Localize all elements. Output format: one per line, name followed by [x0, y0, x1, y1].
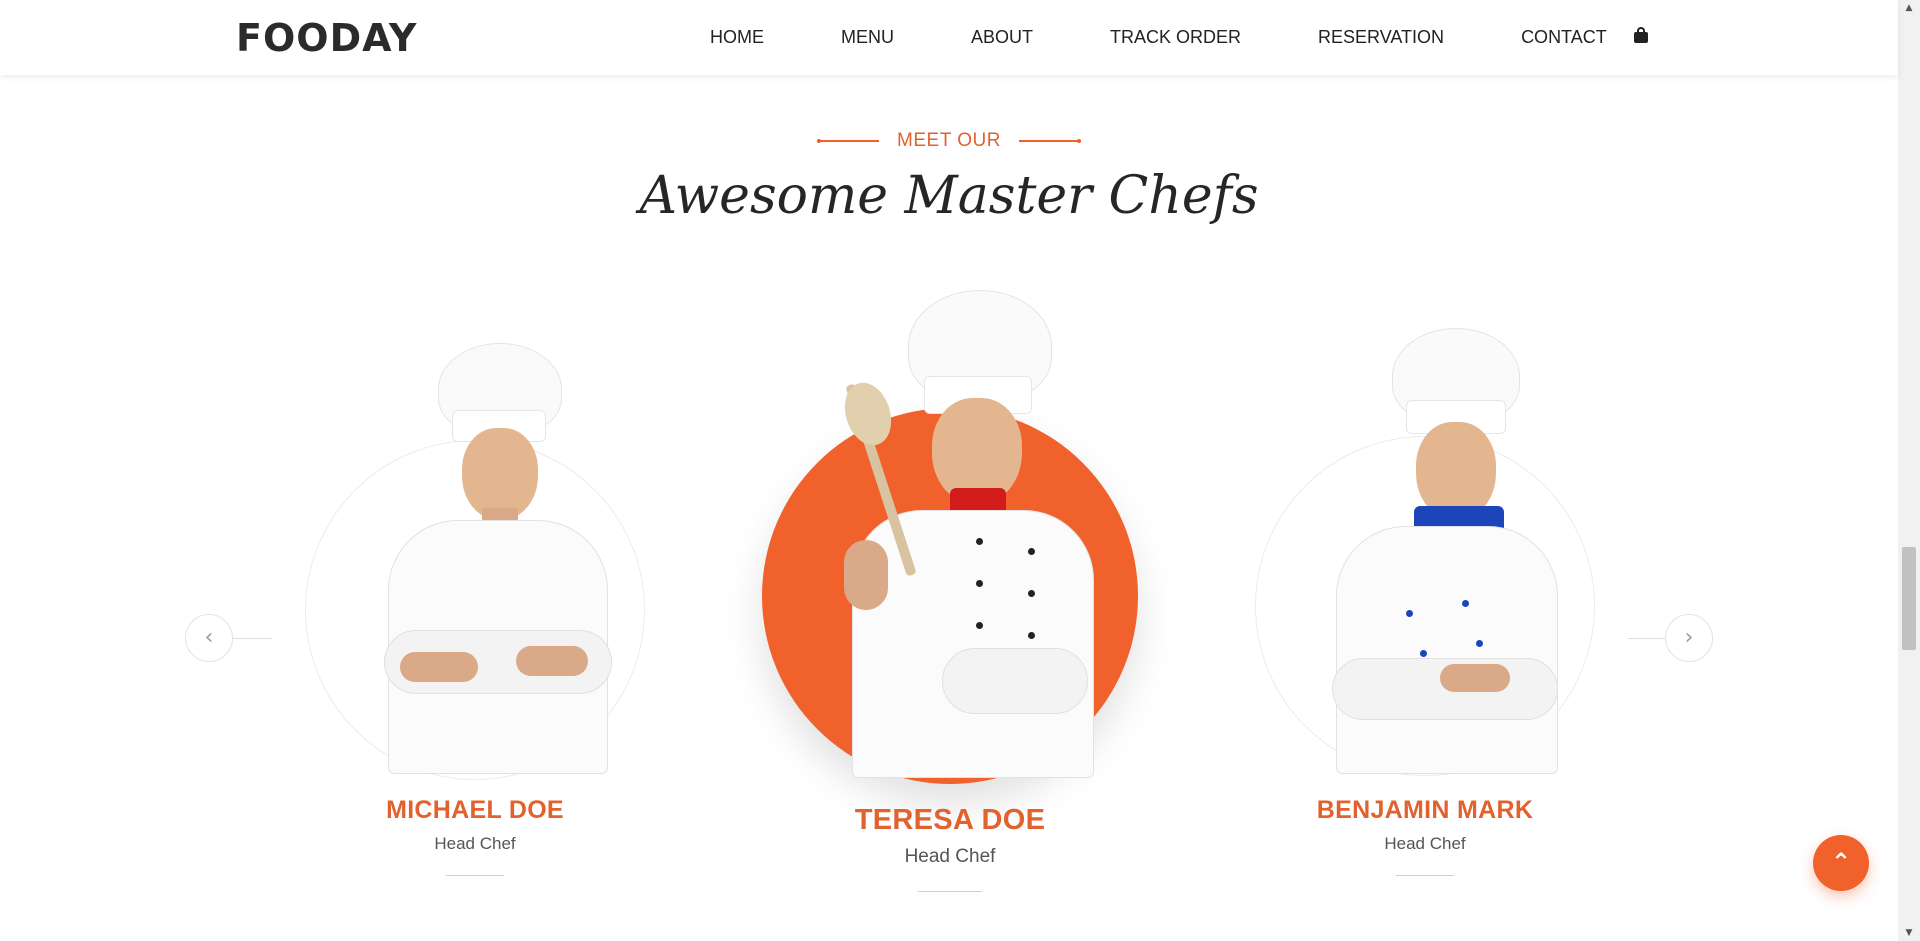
- nav-menu[interactable]: MENU: [841, 27, 894, 48]
- chef-divider: [446, 875, 504, 876]
- double-chevron-up-icon: ⌃: [1830, 848, 1852, 876]
- nav-track-order[interactable]: TRACK ORDER: [1110, 27, 1241, 48]
- eyebrow-divider-left: [817, 139, 880, 143]
- section-title: Awesome Master Chefs: [639, 166, 1259, 226]
- site-header: FOODAY HOME MENU ABOUT TRACK ORDER RESER…: [0, 0, 1898, 75]
- chef-photo: [340, 340, 620, 774]
- logo-text: FOODAY: [236, 16, 418, 60]
- chef-role: Head Chef: [1384, 834, 1466, 853]
- nav-about[interactable]: ABOUT: [971, 27, 1033, 48]
- chef-role: Head Chef: [904, 846, 996, 867]
- prev-arrow-line: [232, 638, 272, 639]
- page-scrollbar[interactable]: ▲ ▼: [1898, 0, 1920, 941]
- nav-home[interactable]: HOME: [710, 27, 764, 48]
- chef-divider: [1396, 875, 1454, 876]
- chef-card-michael[interactable]: MICHAEL DOE Head Chef: [300, 290, 650, 890]
- shopping-bag-icon[interactable]: [1634, 27, 1648, 43]
- nav-contact[interactable]: CONTACT: [1521, 27, 1607, 48]
- section-eyebrow: MEET OUR: [0, 130, 1898, 152]
- nav-reservation[interactable]: RESERVATION: [1318, 27, 1444, 48]
- carousel-next-button[interactable]: ›: [1665, 614, 1713, 662]
- scroll-up-arrow-icon[interactable]: ▲: [1898, 0, 1920, 16]
- chef-photo: [1290, 328, 1570, 774]
- chef-card-benjamin[interactable]: BENJAMIN MARK Head Chef: [1250, 290, 1600, 890]
- scrollbar-thumb[interactable]: [1902, 547, 1916, 650]
- chef-divider: [918, 891, 982, 892]
- carousel-prev-button[interactable]: ‹: [185, 614, 233, 662]
- chef-role: Head Chef: [434, 834, 516, 853]
- back-to-top-button[interactable]: ⌃: [1813, 835, 1869, 891]
- chevron-right-icon: ›: [1684, 625, 1694, 650]
- eyebrow-text: MEET OUR: [897, 130, 1001, 151]
- chef-photo: [792, 290, 1108, 778]
- eyebrow-divider-right: [1018, 139, 1081, 143]
- scroll-down-arrow-icon[interactable]: ▼: [1898, 925, 1920, 941]
- chef-card-teresa[interactable]: TERESA DOE Head Chef: [762, 280, 1138, 900]
- next-arrow-line: [1628, 638, 1668, 639]
- chef-name[interactable]: TERESA DOE: [762, 804, 1138, 837]
- site-logo[interactable]: FOODAY: [236, 16, 417, 60]
- main-nav: HOME MENU ABOUT TRACK ORDER RESERVATION …: [710, 0, 1607, 75]
- chef-name[interactable]: MICHAEL DOE: [300, 796, 650, 825]
- chef-name[interactable]: BENJAMIN MARK: [1250, 796, 1600, 825]
- chevron-left-icon: ‹: [204, 625, 214, 650]
